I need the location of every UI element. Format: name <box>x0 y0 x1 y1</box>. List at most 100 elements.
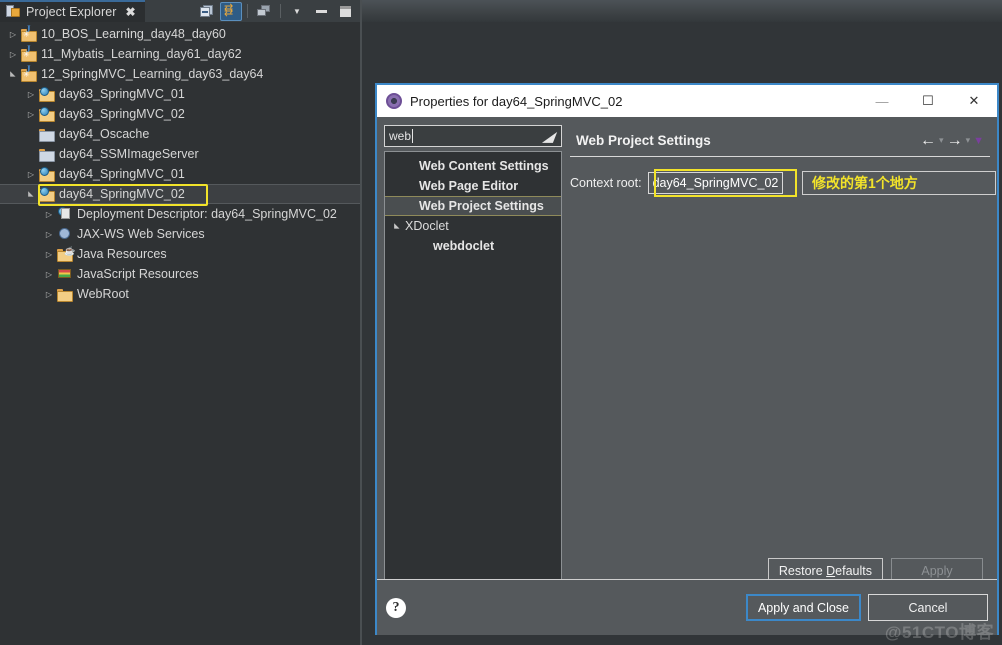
collapse-all-icon[interactable] <box>196 2 218 21</box>
web-project-icon <box>38 166 56 182</box>
tree-item-label: day64_SSMImageServer <box>59 147 199 161</box>
collapse-arrow-icon[interactable]: ▷ <box>42 230 56 239</box>
close-button[interactable]: ✕ <box>951 85 997 117</box>
settings-nav-item[interactable]: Web Page Editor <box>385 176 561 196</box>
tree-item[interactable]: day64_SSMImageServer <box>0 144 360 164</box>
context-root-label: Context root: <box>570 176 642 190</box>
restore-defaults-label: Restore Defaults <box>778 563 872 578</box>
tree-item-label: JAX-WS Web Services <box>77 227 205 241</box>
maximize-icon[interactable] <box>334 2 356 21</box>
tree-item[interactable]: ▷ day63_SpringMVC_02 <box>0 104 360 124</box>
apply-label: Apply <box>921 563 953 578</box>
dialog-body: web ◢ Web Content Settings Web Page Edito… <box>377 117 997 635</box>
tree-item[interactable]: ◢ day64_SpringMVC_02 <box>0 184 360 206</box>
help-icon[interactable]: ? <box>386 597 406 618</box>
filter-field[interactable]: web ◢ <box>384 125 562 147</box>
page-menu-icon[interactable]: ▼ <box>973 135 984 147</box>
tree-item[interactable]: ▷ day63_SpringMVC_01 <box>0 84 360 104</box>
apply-and-close-label: Apply and Close <box>757 600 849 615</box>
javascript-resources-icon <box>56 266 74 282</box>
collapse-arrow-icon[interactable]: ▷ <box>24 90 38 99</box>
properties-dialog: Properties for day64_SpringMVC_02 — ☐ ✕ … <box>375 83 999 635</box>
tab-project-explorer[interactable]: Project Explorer ✖ <box>0 0 145 22</box>
settings-nav-tree: Web Content Settings Web Page Editor Web P… <box>384 151 562 613</box>
apply-and-close-button[interactable]: Apply and Close <box>745 594 861 621</box>
collapse-arrow-icon[interactable]: ▷ <box>42 290 56 299</box>
tree-item-label: Java Resources <box>77 247 167 261</box>
tree-item[interactable]: ◢ J ✳ 12_SpringMVC_Learning_day63_day64 <box>0 64 360 84</box>
expand-arrow-icon[interactable]: ◢ <box>393 218 401 234</box>
tree-item[interactable]: ▷ day64_SpringMVC_01 <box>0 164 360 184</box>
plain-folder-icon <box>38 146 56 162</box>
clear-filter-icon[interactable]: ◢ <box>538 128 560 145</box>
tree-item-label: 10_BOS_Learning_day48_day60 <box>41 27 226 41</box>
collapse-arrow-icon[interactable]: ▷ <box>42 210 56 219</box>
settings-nav-pane: web ◢ Web Content Settings Web Page Edito… <box>384 125 562 613</box>
eclipse-properties-icon <box>386 93 402 109</box>
collapse-arrow-icon[interactable]: ▷ <box>6 50 20 59</box>
back-arrow-icon[interactable]: ← <box>920 132 936 149</box>
web-project-icon <box>38 106 56 122</box>
close-icon[interactable]: ✖ <box>126 6 136 18</box>
link-with-editor-icon[interactable]: ⇄ ⇄ <box>220 1 242 21</box>
settings-nav-item[interactable]: webdoclet <box>385 236 561 256</box>
screen: Project Explorer ✖ ⇄ ⇄ ▼ ▷ J ✳ 10_BOS_Le… <box>0 0 1002 645</box>
java-resources-icon: ☕ <box>56 246 75 262</box>
expand-arrow-icon[interactable]: ◢ <box>27 187 35 201</box>
collapse-arrow-icon[interactable]: ▷ <box>42 250 56 259</box>
forward-dropdown-icon[interactable]: ▾ <box>966 135 971 146</box>
settings-content-pane: Web Project Settings ← ▾ → ▾ ▼ Context r… <box>570 125 996 613</box>
tree-item-label: Deployment Descriptor: day64_SpringMVC_0… <box>77 207 337 221</box>
cancel-button[interactable]: Cancel <box>868 594 988 621</box>
tree-item[interactable]: ▷ J ✳ 10_BOS_Learning_day48_day60 <box>0 24 360 44</box>
toolbar-separator-2 <box>280 4 281 18</box>
toolbar-separator <box>247 4 248 18</box>
tree-item[interactable]: ▷ JavaScript Resources <box>0 264 360 284</box>
page-title: Web Project Settings <box>576 133 711 148</box>
editor-tab-strip <box>362 0 1002 22</box>
settings-nav-item[interactable]: ◢ XDoclet <box>385 216 561 236</box>
settings-nav-item-label: Web Content Settings <box>419 159 549 173</box>
tree-item-label: day64_Oscache <box>59 127 150 141</box>
tree-item-label: WebRoot <box>77 287 129 301</box>
deployment-descriptor-icon <box>56 206 74 222</box>
java-project-folder-icon: J ✳ <box>20 24 38 42</box>
collapse-arrow-icon[interactable]: ▷ <box>6 30 20 39</box>
vertical-splitter[interactable] <box>360 0 362 645</box>
chevron-down-icon[interactable]: ▼ <box>286 2 308 21</box>
view-menu-filter-icon[interactable] <box>253 2 275 21</box>
text-caret <box>412 129 414 143</box>
back-dropdown-icon[interactable]: ▾ <box>939 135 944 146</box>
filter-input[interactable]: web <box>385 129 411 143</box>
forward-arrow-icon[interactable]: → <box>947 132 963 149</box>
web-project-icon <box>38 86 56 102</box>
dialog-title: Properties for day64_SpringMVC_02 <box>410 93 623 109</box>
collapse-arrow-icon[interactable]: ▷ <box>24 110 38 119</box>
tree-item-label: day63_SpringMVC_01 <box>59 87 185 101</box>
collapse-arrow-icon[interactable]: ▷ <box>24 170 38 179</box>
footer-buttons: Apply and Close Cancel <box>745 594 988 621</box>
expand-arrow-icon[interactable]: ◢ <box>9 67 17 81</box>
tree-item[interactable]: ▷ JAX-WS Web Services <box>0 224 360 244</box>
project-explorer-toolbar: ⇄ ⇄ ▼ <box>196 1 356 21</box>
settings-nav-item-label: XDoclet <box>405 219 449 233</box>
tree-item[interactable]: ▷ Deployment Descriptor: day64_SpringMVC_… <box>0 204 360 224</box>
cancel-label: Cancel <box>908 600 948 615</box>
tree-item[interactable]: day64_Oscache <box>0 124 360 144</box>
settings-nav-item[interactable]: Web Content Settings <box>385 156 561 176</box>
maximize-button[interactable]: ☐ <box>905 85 951 117</box>
web-services-icon <box>56 226 74 242</box>
dialog-title-bar[interactable]: Properties for day64_SpringMVC_02 — ☐ ✕ <box>377 85 997 117</box>
tree-item[interactable]: ▷ ☕ Java Resources <box>0 244 360 264</box>
tree-item[interactable]: ▷ WebRoot <box>0 284 360 304</box>
minimize-button[interactable]: — <box>859 85 905 117</box>
context-root-input[interactable]: day64_SpringMVC_02 <box>647 172 783 194</box>
tree-item-label: day64_SpringMVC_01 <box>59 167 185 181</box>
tree-item-label: 11_Mybatis_Learning_day61_day62 <box>41 47 242 61</box>
context-root-row: Context root: day64_SpringMVC_02 修改的第1个地… <box>570 169 996 197</box>
settings-nav-item[interactable]: Web Project Settings <box>385 196 561 216</box>
minimize-icon[interactable] <box>310 2 332 21</box>
tree-item[interactable]: ▷ J ✳ 11_Mybatis_Learning_day61_day62 <box>0 44 360 64</box>
java-project-folder-icon: J ✳ <box>20 44 38 62</box>
collapse-arrow-icon[interactable]: ▷ <box>42 270 56 279</box>
